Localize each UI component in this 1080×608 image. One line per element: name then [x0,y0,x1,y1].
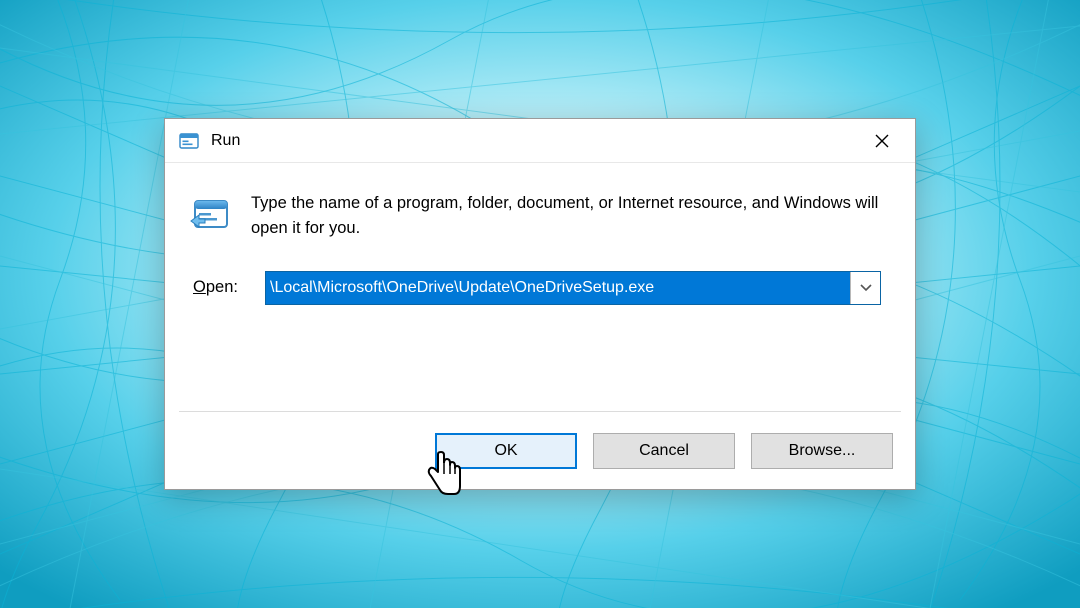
close-icon [875,134,889,148]
open-label: Open: [193,278,265,297]
open-dropdown-button[interactable] [850,272,880,304]
button-row: OK Cancel Browse... [435,433,893,469]
browse-button[interactable]: Browse... [751,433,893,469]
separator [179,411,901,412]
open-combobox[interactable] [265,271,881,305]
cancel-button[interactable]: Cancel [593,433,735,469]
run-dialog: Run Type the name of a program, fo [164,118,916,490]
run-dialog-icon [179,131,199,151]
dialog-title: Run [211,132,859,150]
dialog-description: Type the name of a program, folder, docu… [251,191,881,241]
hand-pointer-cursor [424,450,464,498]
chevron-down-icon [860,284,872,292]
titlebar[interactable]: Run [165,119,915,163]
open-input[interactable] [266,272,850,304]
run-program-icon [189,193,233,237]
close-button[interactable] [859,119,905,163]
